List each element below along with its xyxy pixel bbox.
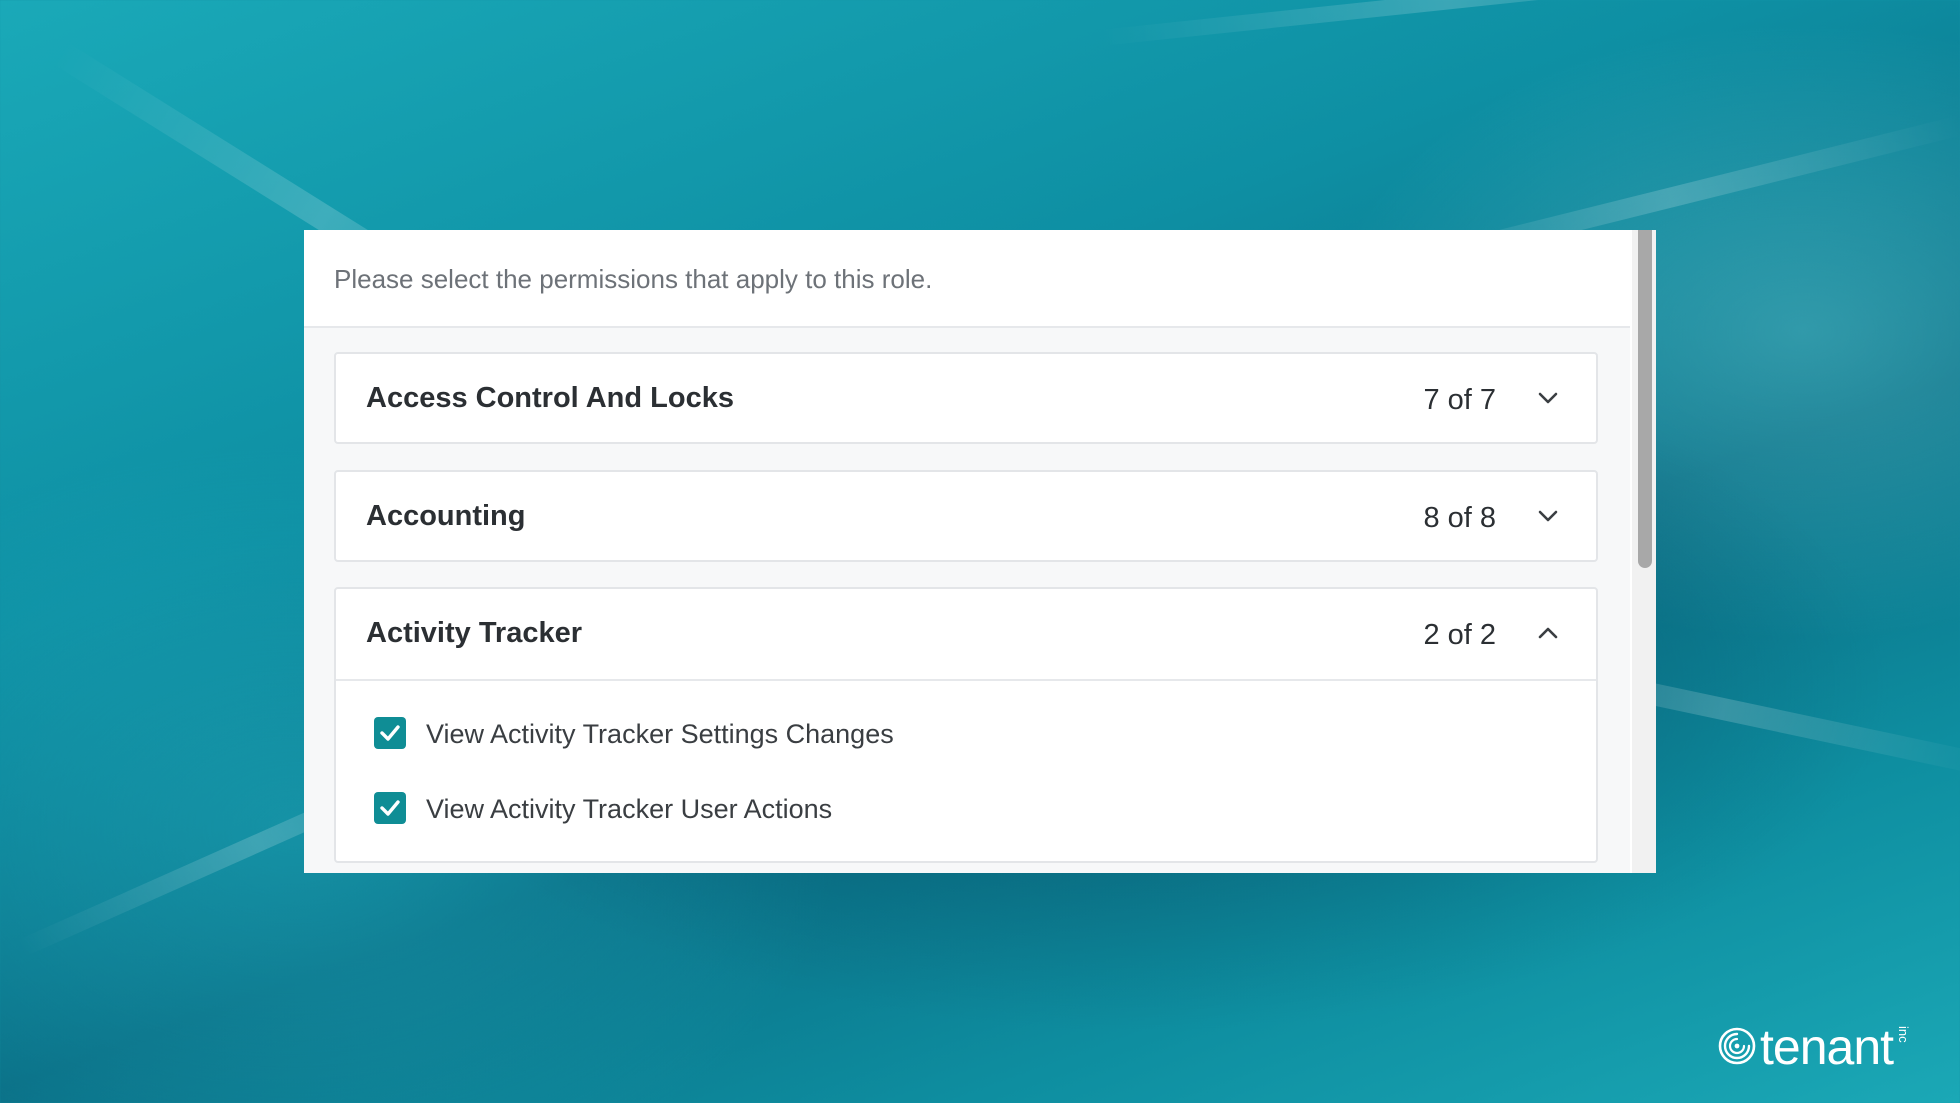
permission-label: View Activity Tracker User Actions [426, 794, 833, 824]
scrollbar-thumb[interactable] [1638, 230, 1652, 568]
chevron-down-icon[interactable] [1534, 384, 1562, 412]
group-count: 2 of 2 [1423, 619, 1496, 651]
group-header[interactable]: Activity Tracker 2 of 2 [336, 589, 1596, 679]
group-header[interactable]: Access Control And Locks 7 of 7 [336, 354, 1596, 442]
background-streak [1099, 0, 1798, 46]
tenant-swirl-icon [1718, 1027, 1756, 1065]
group-count: 7 of 7 [1423, 384, 1496, 416]
tenant-logo: tenant inc [1716, 1018, 1916, 1078]
permission-group-access-control: Access Control And Locks 7 of 7 [334, 352, 1598, 444]
group-title: Access Control And Locks [366, 382, 734, 414]
permission-checkbox[interactable] [374, 717, 406, 749]
checkmark-icon [380, 725, 400, 741]
group-header[interactable]: Accounting 8 of 8 [336, 472, 1596, 560]
permission-group-accounting: Accounting 8 of 8 [334, 470, 1598, 562]
permission-group-activity-tracker: Activity Tracker 2 of 2 View Activity Tr… [334, 587, 1598, 863]
chevron-up-icon[interactable] [1534, 619, 1562, 647]
group-title: Accounting [366, 500, 526, 532]
checkmark-icon [380, 800, 400, 816]
group-permissions: View Activity Tracker Settings Changes V… [336, 679, 1596, 855]
logo-wordmark: tenant [1760, 1019, 1894, 1075]
panel-header: Please select the permissions that apply… [304, 230, 1630, 328]
scrollbar[interactable] [1632, 230, 1656, 873]
logo-suffix: inc [1896, 1026, 1911, 1043]
permission-label: View Activity Tracker Settings Changes [426, 719, 894, 749]
permission-item[interactable]: View Activity Tracker User Actions [336, 780, 1596, 855]
permission-checkbox[interactable] [374, 792, 406, 824]
permission-item[interactable]: View Activity Tracker Settings Changes [336, 705, 1596, 780]
group-count: 8 of 8 [1423, 502, 1496, 534]
chevron-down-icon[interactable] [1534, 502, 1562, 530]
group-title: Activity Tracker [366, 617, 583, 649]
intro-text: Please select the permissions that apply… [334, 264, 933, 294]
